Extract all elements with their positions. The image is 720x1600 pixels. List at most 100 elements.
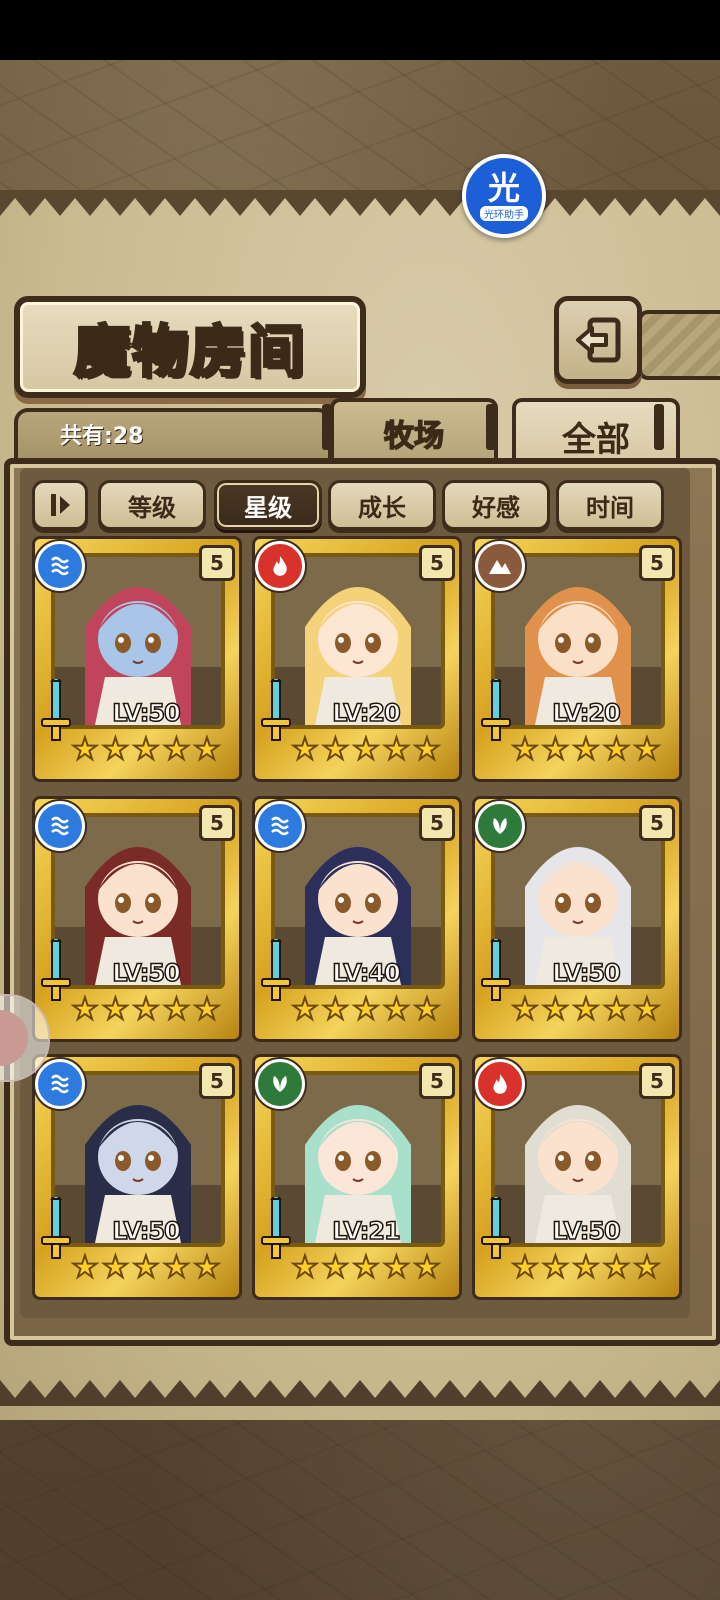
rank-badge: 5	[639, 545, 675, 581]
sword-icon	[41, 1197, 71, 1259]
assistant-badge[interactable]: 光 光环助手	[462, 154, 546, 238]
star-rating: ★ ★ ★ ★ ★	[511, 732, 662, 769]
tab-divider	[322, 404, 332, 450]
rank-value: 5	[210, 811, 224, 835]
back-button-tail	[638, 310, 720, 380]
star-icon: ★	[162, 732, 191, 767]
star-icon: ★	[602, 1250, 631, 1285]
element-badge	[35, 801, 85, 851]
rank-value: 5	[210, 1069, 224, 1093]
rank-badge: 5	[419, 805, 455, 841]
star-icon: ★	[132, 1250, 161, 1285]
sort-by-affection-button[interactable]: 好感	[442, 480, 550, 530]
star-rating: ★ ★ ★ ★ ★	[291, 992, 442, 1029]
star-icon: ★	[321, 992, 350, 1027]
star-rating: ★ ★ ★ ★ ★	[71, 992, 222, 1029]
monster-card[interactable]: 5 LV:50 ★ ★ ★ ★ ★	[32, 1054, 242, 1300]
star-rating: ★ ★ ★ ★ ★	[511, 1250, 662, 1287]
star-icon: ★	[413, 732, 442, 767]
sort-by-time-button[interactable]: 时间	[556, 480, 664, 530]
element-badge	[35, 1059, 85, 1109]
monster-card[interactable]: 5 LV:50 ★ ★ ★ ★ ★	[472, 1054, 682, 1300]
star-icon: ★	[413, 992, 442, 1027]
star-icon: ★	[162, 1250, 191, 1285]
element-badge	[35, 541, 85, 591]
star-icon: ★	[291, 1250, 320, 1285]
star-icon: ★	[321, 1250, 350, 1285]
star-icon: ★	[193, 1250, 222, 1285]
monster-card[interactable]: 5 LV:50 ★ ★ ★ ★ ★	[472, 796, 682, 1042]
star-icon: ★	[572, 992, 601, 1027]
rank-value: 5	[650, 1069, 664, 1093]
star-icon: ★	[352, 1250, 381, 1285]
sort-order-icon	[51, 494, 70, 516]
sword-icon	[261, 1197, 291, 1259]
sort-label: 成长	[358, 493, 406, 522]
monster-level: LV:50	[552, 1216, 622, 1246]
star-rating: ★ ★ ★ ★ ★	[291, 1250, 442, 1287]
star-icon: ★	[101, 1250, 130, 1285]
star-icon: ★	[352, 992, 381, 1027]
sort-label: 好感	[472, 493, 520, 522]
star-icon: ★	[132, 992, 161, 1027]
sword-icon	[261, 679, 291, 741]
sort-order-toggle[interactable]	[32, 480, 88, 530]
wood-icon	[493, 818, 507, 834]
rank-badge: 5	[639, 1063, 675, 1099]
monster-level: LV:20	[332, 698, 402, 728]
star-icon: ★	[633, 992, 662, 1027]
monster-card[interactable]: 5 LV:20 ★ ★ ★ ★ ★	[472, 536, 682, 782]
rank-value: 5	[650, 551, 664, 575]
back-button[interactable]	[554, 296, 642, 384]
monster-count: 共有:28	[60, 424, 144, 449]
star-icon: ★	[541, 1250, 570, 1285]
star-rating: ★ ★ ★ ★ ★	[71, 732, 222, 769]
sort-by-growth-button[interactable]: 成长	[328, 480, 436, 530]
star-icon: ★	[511, 1250, 540, 1285]
element-badge	[475, 801, 525, 851]
parchment-bottom-edge	[0, 1380, 720, 1406]
sort-by-level-button[interactable]: 等级	[98, 480, 206, 530]
water-icon	[51, 556, 69, 576]
tab-divider	[486, 404, 496, 450]
star-icon: ★	[193, 732, 222, 767]
element-badge	[255, 541, 305, 591]
wood-icon	[273, 1076, 287, 1092]
monster-card[interactable]: 5 LV:21 ★ ★ ★ ★ ★	[252, 1054, 462, 1300]
star-icon: ★	[541, 732, 570, 767]
element-badge	[475, 1059, 525, 1109]
element-badge	[255, 801, 305, 851]
star-icon: ★	[382, 732, 411, 767]
sort-by-stars-button[interactable]: 星级	[214, 480, 322, 530]
star-icon: ★	[291, 732, 320, 767]
monster-card[interactable]: 5 LV:50 ★ ★ ★ ★ ★	[32, 796, 242, 1042]
monster-card[interactable]: 5 LV:40 ★ ★ ★ ★ ★	[252, 796, 462, 1042]
monster-card[interactable]: 5 LV:20 ★ ★ ★ ★ ★	[252, 536, 462, 782]
monster-card[interactable]: 5 LV:50 ★ ★ ★ ★ ★	[32, 536, 242, 782]
tab-divider	[654, 404, 664, 450]
rank-value: 5	[430, 551, 444, 575]
tab-label: 牧场	[383, 418, 445, 455]
star-icon: ★	[541, 992, 570, 1027]
star-icon: ★	[413, 1250, 442, 1285]
star-icon: ★	[321, 732, 350, 767]
tab-ranch[interactable]: 牧场	[330, 398, 498, 464]
star-icon: ★	[382, 992, 411, 1027]
sort-label: 时间	[586, 493, 634, 522]
status-bar	[0, 0, 720, 60]
monster-level: LV:20	[552, 698, 622, 728]
parchment-top-edge	[0, 190, 720, 216]
star-icon: ★	[572, 732, 601, 767]
monster-level: LV:50	[112, 1216, 182, 1246]
floating-widget-icon	[0, 1010, 28, 1066]
rank-value: 5	[650, 811, 664, 835]
star-icon: ★	[193, 992, 222, 1027]
title-plate: 魔物房间	[14, 296, 366, 398]
star-rating: ★ ★ ★ ★ ★	[511, 992, 662, 1029]
water-icon	[51, 816, 69, 836]
rank-badge: 5	[199, 805, 235, 841]
star-icon: ★	[71, 992, 100, 1027]
star-icon: ★	[633, 732, 662, 767]
element-badge	[255, 1059, 305, 1109]
water-icon	[51, 1074, 69, 1094]
